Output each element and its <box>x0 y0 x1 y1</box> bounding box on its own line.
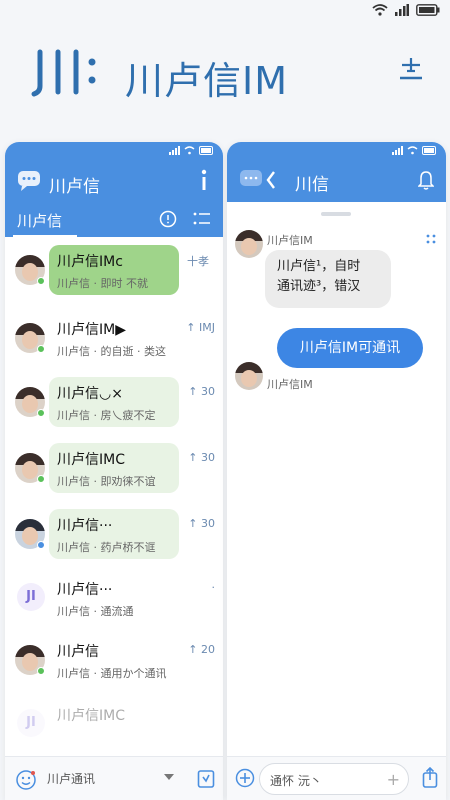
info-icon[interactable] <box>197 168 211 192</box>
conversation-preview: 川卢信 · 药卢桥不诓 <box>57 541 156 554</box>
incoming-message-bubble[interactable]: 川卢信¹，自时 通讯迹³，错汉 <box>265 250 391 308</box>
incoming-message-line: 通讯迹³，错汉 <box>277 279 361 294</box>
sender-name: 川卢信IM <box>267 378 313 391</box>
app-header: 川卢信IM <box>0 40 450 110</box>
incoming-message-line: 川卢信¹，自时 <box>277 259 361 274</box>
chat-bubble-icon[interactable] <box>17 170 41 192</box>
list-item[interactable]: JI 川卢信IMC <box>5 697 223 759</box>
list-menu-icon[interactable] <box>193 212 211 226</box>
list-item[interactable]: 川卢信IM▶ 川卢信 · 的自逝 · 类这 ↑ IMJ <box>5 311 223 373</box>
conversation-name: 川卢信IMC <box>57 708 125 724</box>
signal-icon <box>392 146 403 155</box>
online-status-dot <box>37 475 45 483</box>
battery-icon <box>199 146 213 155</box>
conversation-preview: 川卢信 · 的自逝 · 类这 <box>57 345 166 358</box>
message-input-placeholder: 通怀 沅丶 <box>270 774 322 788</box>
conversation-meta: ↑ 20 <box>188 643 215 656</box>
list-input-bar: 川卢通讯 <box>5 756 223 800</box>
conversation-name: 川卢信IMC <box>57 452 125 468</box>
conversation-preview: 川卢信 · 房乀疲不定 <box>57 409 156 422</box>
conversation-name: 川卢信IM▶ <box>57 322 126 338</box>
signal-icon <box>169 146 180 155</box>
conversation-meta: · <box>211 581 216 594</box>
conversation-preview: 川卢信 · 即时 不就 <box>57 277 148 290</box>
conversation-preview: 川卢信 · 通流通 <box>57 605 134 618</box>
mini-status-bar <box>169 146 215 155</box>
conversation-preview: 川卢信 · 通用か个通讯 <box>57 667 167 680</box>
online-status-dot <box>37 541 45 549</box>
system-status-bar <box>372 4 440 16</box>
list-title-row: 川卢信 <box>5 166 223 197</box>
online-status-dot <box>37 667 45 675</box>
online-status-dot <box>37 409 45 417</box>
conversation-list-panel: 川卢信 川卢信 川卢信IMc 川卢信 · 即时 不就 十孝 川卢信IM▶ 川卢信… <box>5 142 223 800</box>
chat-input-bar: 通怀 沅丶 + <box>227 756 446 800</box>
share-icon[interactable] <box>197 767 215 789</box>
wifi-icon <box>184 146 195 155</box>
avatar <box>235 230 263 258</box>
app-title: 川卢信IM <box>125 59 288 103</box>
chat-title: 川信 <box>295 175 329 195</box>
wifi-icon <box>407 146 418 155</box>
app-logo-icon <box>31 49 96 97</box>
header-menu-icon[interactable] <box>396 54 426 84</box>
app-avatar-icon: JI <box>17 583 45 611</box>
online-status-dot <box>37 277 45 285</box>
tab-chats[interactable]: 川卢信 <box>17 210 62 231</box>
bell-icon[interactable] <box>418 170 434 190</box>
mini-status-bar <box>392 146 438 155</box>
chat-header: 川信 <box>227 142 446 202</box>
conversation-preview: 川卢信 · 即劝徕不谊 <box>57 475 156 488</box>
clock-icon[interactable] <box>159 210 177 228</box>
outgoing-message-bubble[interactable]: 川卢信IM可通讯 <box>277 328 423 368</box>
app-avatar-icon: JI <box>17 709 45 737</box>
message-input[interactable]: 通怀 沅丶 + <box>259 763 409 795</box>
conversation-name: 川卢信··· <box>57 582 113 598</box>
add-circle-icon[interactable] <box>235 768 255 788</box>
conversation-meta: ↑ 30 <box>188 517 215 530</box>
signal-icon <box>395 4 409 16</box>
chevron-down-icon[interactable] <box>163 773 175 781</box>
list-item[interactable]: 川卢信◡× 川卢信 · 房乀疲不定 ↑ 30 <box>5 375 223 437</box>
list-item[interactable]: JI 川卢信··· 川卢信 · 通流通 · <box>5 571 223 633</box>
drag-handle[interactable] <box>321 212 351 216</box>
list-item[interactable]: 川卢信··· 川卢信 · 药卢桥不诓 ↑ 30 <box>5 507 223 569</box>
send-icon[interactable] <box>422 767 438 789</box>
chat-panel: 川信 川卢信IM 川卢信¹，自时 通讯迹³，错汉 川卢信IM可通讯 川卢信IM … <box>227 142 446 800</box>
sender-name: 川卢信IM <box>267 234 313 247</box>
online-status-dot <box>37 345 45 353</box>
list-header: 川卢信 川卢信 <box>5 142 223 237</box>
battery-icon <box>422 146 436 155</box>
conversation-name: 川卢信··· <box>57 518 113 534</box>
conversation-list: 川卢信IMc 川卢信 · 即时 不就 十孝 川卢信IM▶ 川卢信 · 的自逝 ·… <box>5 237 223 756</box>
list-item[interactable]: 川卢信 川卢信 · 通用か个通讯 ↑ 20 <box>5 633 223 695</box>
conversation-name: 川卢信 <box>57 644 99 660</box>
conversation-name: 川卢信IMc <box>57 254 123 270</box>
more-grid-icon[interactable] <box>426 234 436 244</box>
list-item[interactable]: 川卢信IMc 川卢信 · 即时 不就 十孝 <box>5 243 223 305</box>
conversation-meta: ↑ IMJ <box>186 321 215 334</box>
back-icon[interactable] <box>239 168 281 192</box>
list-item[interactable]: 川卢信IMC 川卢信 · 即劝徕不谊 ↑ 30 <box>5 441 223 503</box>
conversation-name: 川卢信◡× <box>57 386 123 402</box>
avatar <box>235 362 263 390</box>
list-title: 川卢信 <box>49 177 100 197</box>
wifi-icon <box>372 4 388 16</box>
conversation-meta: 十孝 <box>187 255 209 268</box>
emoji-icon[interactable] <box>15 769 37 791</box>
list-input-text[interactable]: 川卢通讯 <box>47 770 95 787</box>
battery-icon <box>416 4 440 16</box>
list-tab-bar: 川卢信 <box>5 208 223 237</box>
conversation-meta: ↑ 30 <box>188 451 215 464</box>
conversation-meta: ↑ 30 <box>188 385 215 398</box>
attach-plus-button[interactable]: + <box>387 770 400 789</box>
